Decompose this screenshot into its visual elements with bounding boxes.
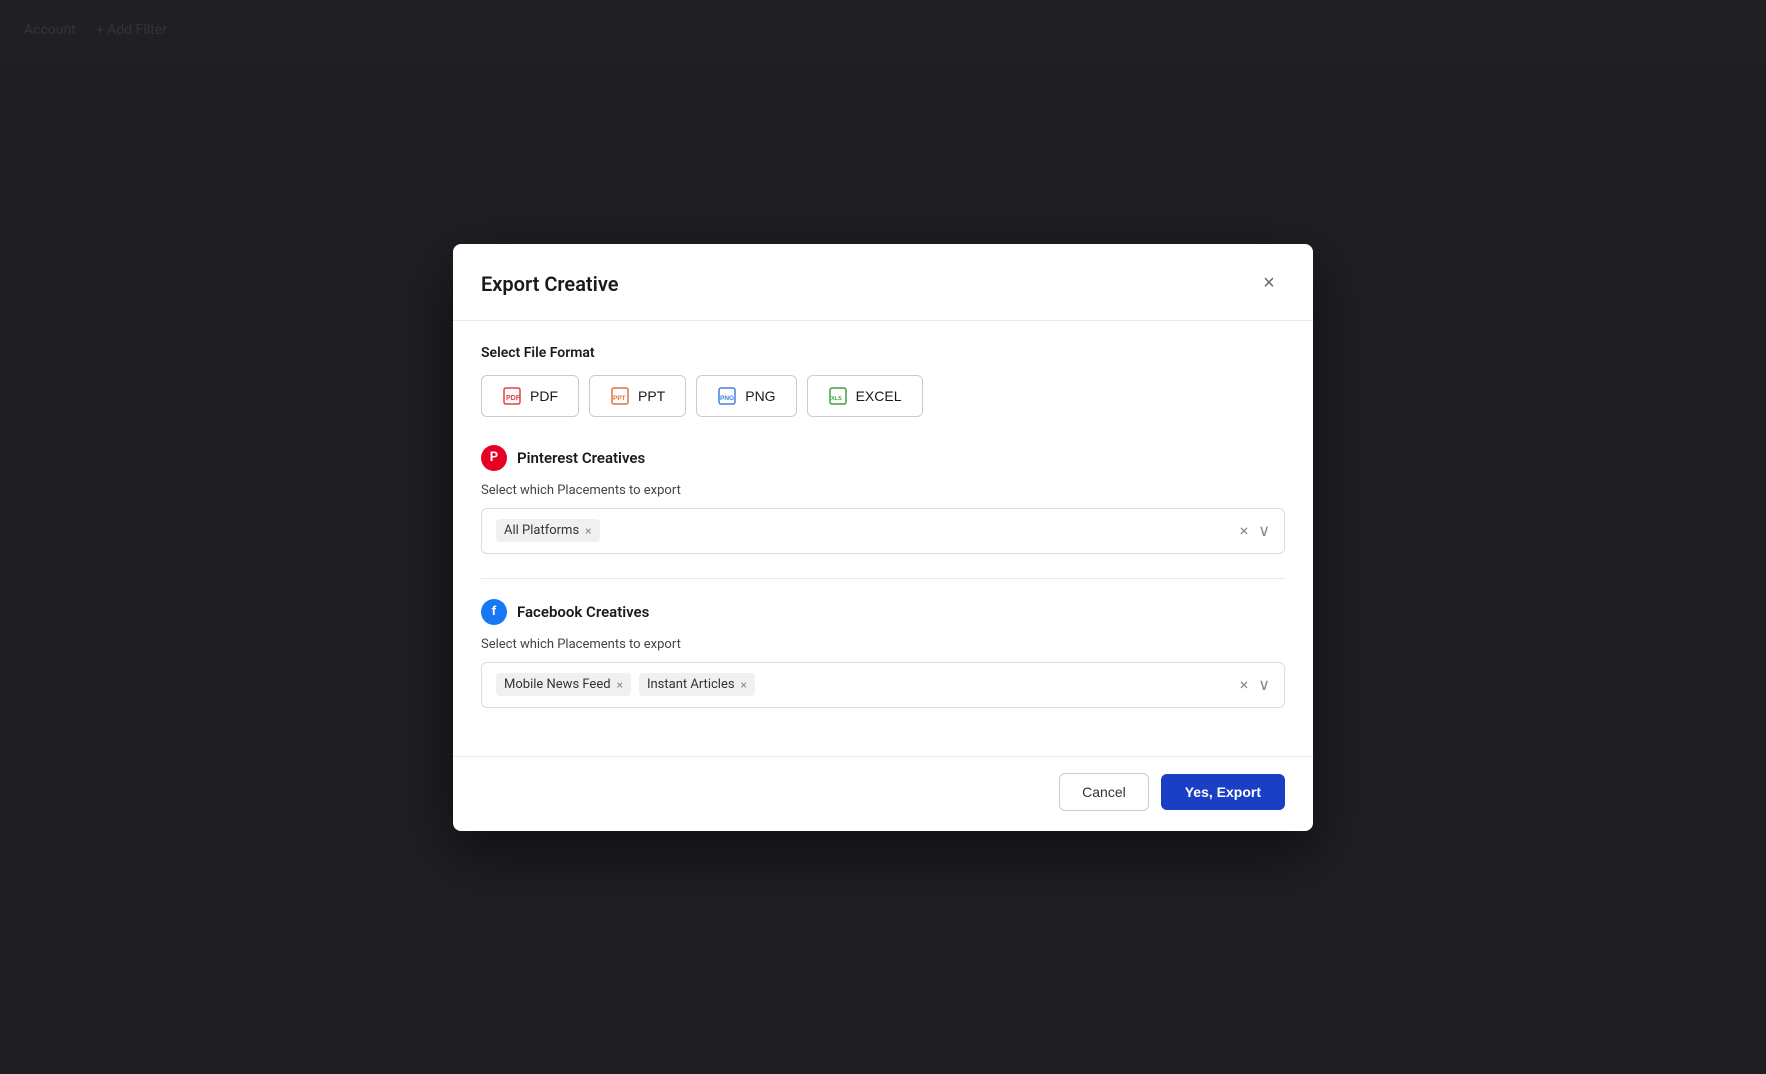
facebook-creatives-section: f Facebook Creatives Select which Placem… — [481, 599, 1285, 708]
svg-text:XLS: XLS — [831, 396, 842, 402]
pinterest-icon: P — [481, 445, 507, 471]
modal-footer: Cancel Yes, Export — [453, 756, 1313, 831]
export-button[interactable]: Yes, Export — [1161, 774, 1285, 810]
section-divider — [481, 578, 1285, 579]
pinterest-section-header: P Pinterest Creatives — [481, 445, 1285, 471]
facebook-clear-icon[interactable]: × — [1240, 675, 1249, 694]
file-format-label: Select File Format — [481, 345, 1285, 361]
modal-header: Export Creative × — [453, 244, 1313, 321]
pdf-icon: PDF — [502, 386, 522, 406]
facebook-section-title: Facebook Creatives — [517, 603, 649, 621]
tag-mobile-news-feed-label: Mobile News Feed — [504, 677, 611, 692]
tag-all-platforms-label: All Platforms — [504, 523, 579, 538]
ppt-icon: PPT — [610, 386, 630, 406]
tag-all-platforms: All Platforms × — [496, 519, 600, 542]
modal-backdrop: Export Creative × Select File Format PDF… — [0, 0, 1766, 1074]
svg-text:PPT: PPT — [613, 395, 626, 402]
pinterest-section-title: Pinterest Creatives — [517, 449, 645, 467]
pinterest-placement-label: Select which Placements to export — [481, 483, 1285, 498]
cancel-button[interactable]: Cancel — [1059, 773, 1149, 811]
facebook-section-header: f Facebook Creatives — [481, 599, 1285, 625]
modal-title: Export Creative — [481, 272, 619, 296]
facebook-placement-select[interactable]: Mobile News Feed × Instant Articles × × … — [481, 662, 1285, 708]
format-excel-button[interactable]: XLS EXCEL — [807, 375, 923, 417]
facebook-icon: f — [481, 599, 507, 625]
png-icon: PNG — [717, 386, 737, 406]
tag-mobile-news-feed: Mobile News Feed × — [496, 673, 631, 696]
modal-body: Select File Format PDF PDF — [453, 321, 1313, 756]
tag-instant-articles: Instant Articles × — [639, 673, 755, 696]
format-options: PDF PDF PPT PPT — [481, 375, 1285, 417]
tag-all-platforms-remove[interactable]: × — [585, 525, 591, 537]
svg-text:PNG: PNG — [720, 395, 734, 402]
tag-mobile-news-feed-remove[interactable]: × — [617, 679, 623, 691]
ppt-label: PPT — [638, 388, 665, 404]
svg-text:PDF: PDF — [506, 395, 521, 402]
pinterest-creatives-section: P Pinterest Creatives Select which Place… — [481, 445, 1285, 554]
close-button[interactable]: × — [1253, 268, 1285, 300]
export-creative-modal: Export Creative × Select File Format PDF… — [453, 244, 1313, 831]
tag-instant-articles-remove[interactable]: × — [741, 679, 747, 691]
pinterest-dropdown-icon[interactable]: ∨ — [1258, 521, 1270, 540]
facebook-placement-label: Select which Placements to export — [481, 637, 1285, 652]
excel-label: EXCEL — [856, 388, 902, 404]
facebook-select-controls: × ∨ — [1240, 675, 1270, 694]
pinterest-clear-icon[interactable]: × — [1240, 521, 1249, 540]
pinterest-placement-select[interactable]: All Platforms × × ∨ — [481, 508, 1285, 554]
format-png-button[interactable]: PNG PNG — [696, 375, 796, 417]
pdf-label: PDF — [530, 388, 558, 404]
tag-instant-articles-label: Instant Articles — [647, 677, 735, 692]
excel-icon: XLS — [828, 386, 848, 406]
format-ppt-button[interactable]: PPT PPT — [589, 375, 686, 417]
format-pdf-button[interactable]: PDF PDF — [481, 375, 579, 417]
pinterest-select-controls: × ∨ — [1240, 521, 1270, 540]
png-label: PNG — [745, 388, 775, 404]
facebook-dropdown-icon[interactable]: ∨ — [1258, 675, 1270, 694]
